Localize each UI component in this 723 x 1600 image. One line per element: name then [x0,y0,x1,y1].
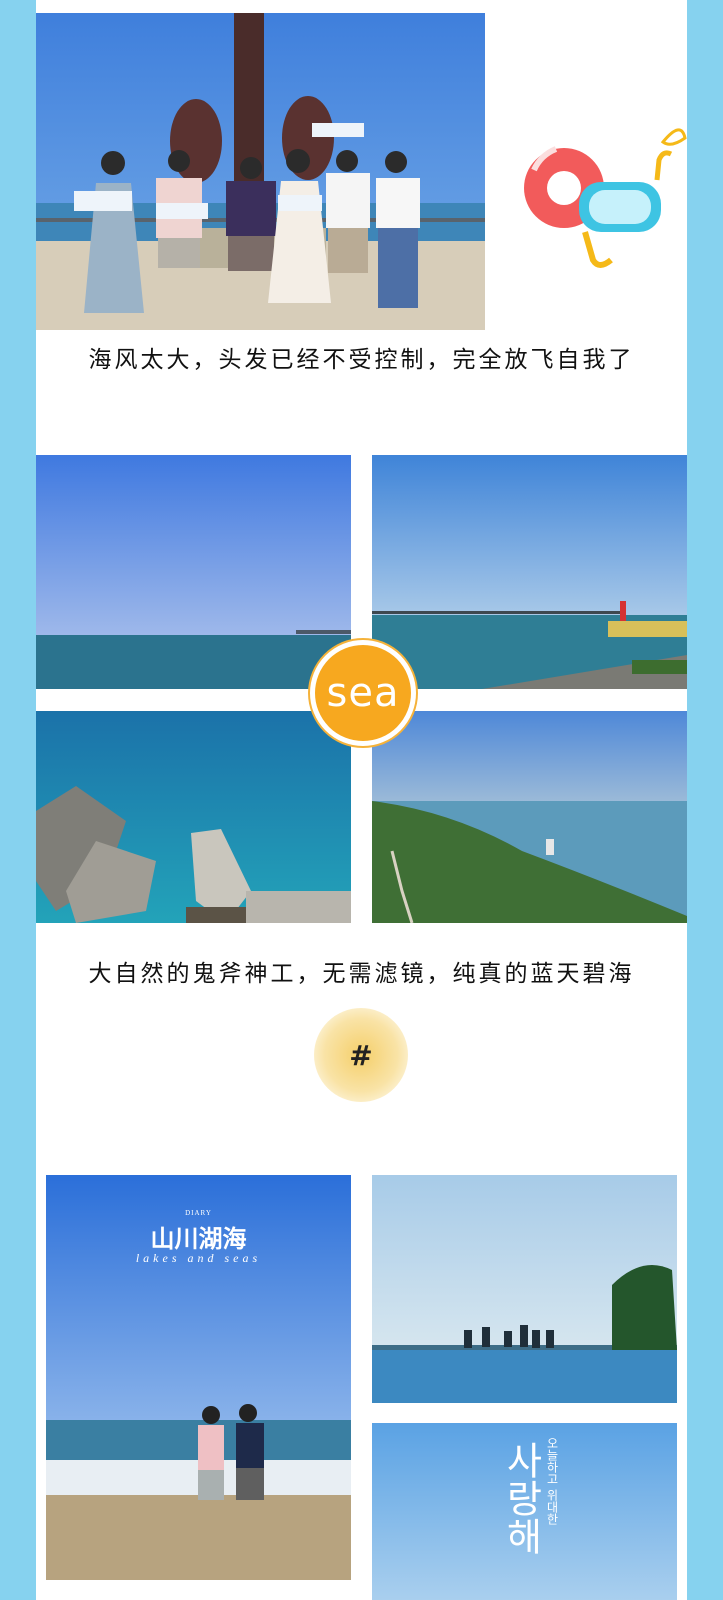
infinity-pool-photo [372,1175,677,1403]
sea-badge: sea [310,640,416,746]
coastline-aerial-photo [372,711,687,923]
bridge-lighthouse-photo [372,455,687,689]
lakes-seas-poster-photo: DIARY 山川湖海 lakes and seas [46,1175,351,1580]
poster-diary-label: DIARY [185,1209,212,1217]
caption-nature: 大自然的鬼斧神工，无需滤镜，纯真的蓝天碧海 [88,961,635,987]
korean-poster-photo: 사랑해 오늘하고 위대한 [372,1423,677,1600]
caption-hair-wind: 海风太大，头发已经不受控制，完全放飞自我了 [88,347,635,373]
article-page: 海风太大，头发已经不受控制，完全放飞自我了 sea 大自然的鬼斧神工，无需滤镜，… [36,0,687,1600]
poster-subtitle: lakes and seas [135,1251,262,1265]
hash-badge: # [314,1008,408,1102]
group-anchor-photo [36,13,485,330]
breakwater-photo [36,711,351,923]
korean-poster-side-text: 오늘하고 위대한 [545,1437,559,1525]
sea-badge-label: sea [326,670,400,716]
sea-horizon-photo [36,455,351,689]
poster-title: 山川湖海 [150,1224,247,1253]
hash-badge-label: # [349,1038,373,1072]
snorkel-mask-icon [571,120,687,270]
korean-poster-title: 사랑해 [499,1441,543,1555]
